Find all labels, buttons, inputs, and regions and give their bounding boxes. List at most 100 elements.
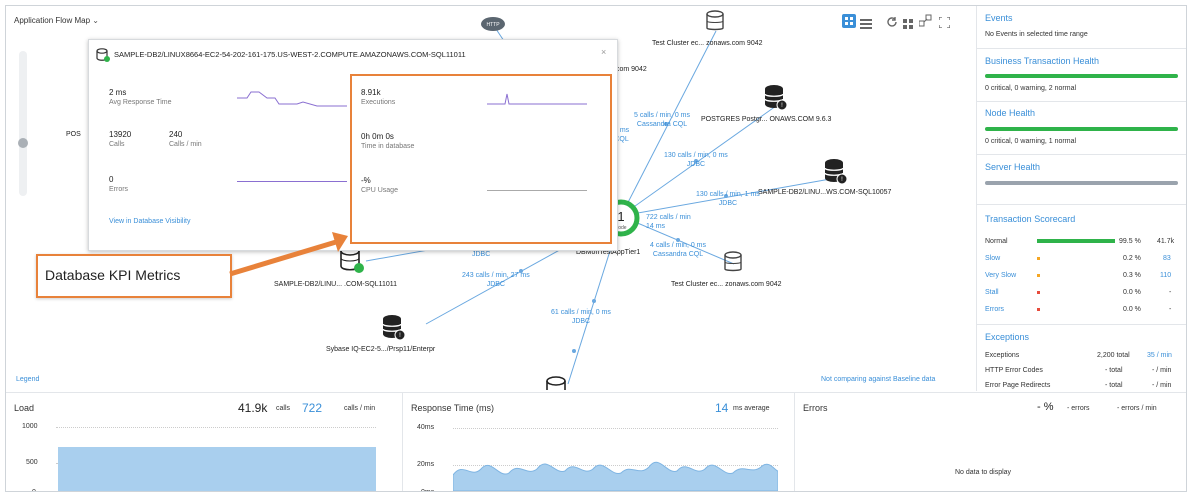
edge-label-protocol: Cassandra CQL	[636, 121, 688, 128]
cpu-usage-sparkline	[487, 190, 587, 191]
node-label-postgres[interactable]: POSTGRES Postgr... ONAWS.COM 9.6.3	[701, 116, 831, 123]
scorecard-count[interactable]: 110	[1160, 272, 1171, 279]
response-time-value: 14	[715, 401, 729, 415]
legend-link[interactable]: Legend	[16, 376, 39, 383]
node-label-test-cluster[interactable]: Test Cluster ec... zonaws.com 9042	[652, 40, 763, 47]
cpu-usage-label: CPU Usage	[361, 187, 398, 194]
scorecard-pct: 99.5 %	[1119, 238, 1141, 245]
postgres-database-icon[interactable]: !	[764, 84, 788, 117]
calls-metric: 13920 Calls	[109, 130, 131, 148]
scorecard-label[interactable]: Slow	[985, 255, 1000, 262]
edge-label-protocol: JDBC	[718, 200, 738, 207]
gridline	[56, 427, 376, 428]
db2-database-icon[interactable]: !	[824, 158, 848, 191]
divider	[977, 324, 1186, 325]
calls-value: 13920	[109, 130, 132, 139]
response-y-tick: 40ms	[417, 424, 435, 431]
scorecard-bar-stall	[1037, 291, 1040, 294]
edge-label-calls: 722 calls / min	[646, 214, 691, 221]
avg-response-value: 2 ms	[109, 88, 127, 97]
response-y-tick: 20ms	[417, 461, 435, 468]
scorecard-label[interactable]: Stall	[985, 289, 999, 296]
callout-box: Database KPI Metrics	[36, 254, 232, 298]
edge-label-calls: 5 calls / min, 0 ms	[634, 112, 691, 119]
node-label-fragment[interactable]: com 9042	[616, 66, 647, 73]
scorecard-bar-normal	[1037, 239, 1115, 243]
exception-label: Exceptions	[985, 352, 1020, 359]
divider	[977, 101, 1186, 102]
scorecard-count: 41.7k	[1157, 238, 1175, 245]
right-panel: Events No Events in selected time range …	[976, 6, 1186, 391]
events-title[interactable]: Events	[985, 13, 1013, 23]
executions-value: 8.91k	[361, 88, 381, 97]
edge-label-calls: 243 calls / min, 27 ms	[462, 272, 530, 279]
avg-response-label: Avg Response Time	[109, 99, 172, 106]
exception-total: 2,200 total	[1097, 352, 1130, 359]
exception-label: Error Page Redirects	[985, 382, 1051, 389]
errors-title: Errors	[803, 403, 828, 413]
exception-rate: - / min	[1152, 367, 1172, 374]
avg-response-sparkline	[237, 91, 347, 107]
gridline	[453, 428, 778, 429]
load-title: Load	[14, 403, 35, 413]
errors-pct: - %	[1037, 401, 1054, 413]
executions-sparkline	[487, 93, 587, 105]
executions-label: Executions	[361, 99, 396, 106]
time-in-database-label: Time in database	[361, 143, 415, 150]
exception-total: - total	[1105, 367, 1123, 374]
exception-label: HTTP Error Codes	[985, 367, 1043, 374]
scorecard-pct: 0.3 %	[1123, 272, 1141, 279]
response-time-area-series	[453, 461, 778, 491]
edge-label-calls: 130 calls / min, 0 ms	[664, 152, 728, 159]
errors-no-data: No data to display	[955, 469, 1012, 476]
database-icon	[96, 48, 110, 67]
scorecard-label[interactable]: Errors	[985, 306, 1004, 313]
load-y-tick: 500	[26, 459, 38, 466]
baseline-link[interactable]: Not comparing against Baseline data	[821, 376, 935, 383]
callout-arrow	[229, 232, 348, 277]
load-cpm-label: calls / min	[344, 405, 376, 412]
scorecard-label[interactable]: Very Slow	[985, 272, 1016, 279]
cassandra-node-icon[interactable]	[706, 10, 724, 39]
time-in-database-value: 0h 0m 0s	[361, 132, 394, 141]
scorecard-count: -	[1169, 289, 1172, 296]
scorecard-bar-very-slow	[1037, 274, 1040, 277]
load-calls-label: calls	[276, 405, 291, 412]
load-y-tick: 1000	[22, 423, 38, 430]
node-label-left[interactable]: POS	[66, 131, 81, 138]
divider	[977, 154, 1186, 155]
bt-health-title[interactable]: Business Transaction Health	[985, 56, 1099, 66]
exceptions-title[interactable]: Exceptions	[985, 332, 1029, 342]
errors-panel: Errors - % - errors - errors / min No da…	[795, 393, 1186, 491]
server-health-title[interactable]: Server Health	[985, 162, 1040, 172]
load-panel: Load 41.9k calls 722 calls / min 1000 50…	[6, 393, 401, 491]
scorecard-title[interactable]: Transaction Scorecard	[985, 214, 1075, 224]
response-time-label: ms average	[733, 405, 770, 412]
edge-label-calls: 61 calls / min, 0 ms	[551, 309, 611, 316]
view-database-visibility-link[interactable]: View in Database Visibility	[109, 218, 190, 225]
node-label-sybase[interactable]: Sybase IQ-EC2-5.../Prsp11/Enterpr	[326, 346, 435, 353]
sybase-database-icon[interactable]: !	[382, 314, 406, 347]
scorecard-pct: 0.0 %	[1123, 306, 1141, 313]
avg-response-metric: 2 ms Avg Response Time	[109, 88, 172, 106]
calls-per-min-metric: 240 Calls / min	[169, 130, 202, 148]
popup-title: SAMPLE-DB2/LINUX8664-EC2-54-202-161-175.…	[114, 50, 466, 59]
edge-label-calls: 4 calls / min, 0 ms	[650, 242, 707, 249]
cassandra-node-icon[interactable]	[724, 251, 744, 282]
time-in-database-metric: 0h 0m 0s Time in database	[361, 132, 414, 150]
cpu-usage-metric: -% CPU Usage	[361, 176, 398, 194]
http-cloud-icon[interactable]: HTTP	[480, 14, 506, 37]
node-label-test-cluster-bottom[interactable]: Test Cluster ec... zonaws.com 9042	[671, 281, 782, 288]
database-detail-popup: SAMPLE-DB2/LINUX8664-EC2-54-202-161-175.…	[88, 39, 618, 251]
response-y-tick: 0ms	[421, 489, 434, 491]
scorecard-count[interactable]: 83	[1163, 255, 1171, 262]
errors-metric: 0 Errors	[109, 175, 128, 193]
scorecard-bar-slow	[1037, 257, 1040, 260]
server-health-bar	[985, 181, 1178, 185]
close-icon[interactable]: ×	[601, 47, 606, 57]
exception-rate[interactable]: 35 / min	[1147, 352, 1172, 359]
node-health-title[interactable]: Node Health	[985, 108, 1035, 118]
calls-per-min-label: Calls / min	[169, 141, 202, 148]
load-calls-value: 41.9k	[238, 401, 268, 415]
node-label-db2-right[interactable]: SAMPLE-DB2/LINU...WS.COM-SQL10057	[758, 189, 891, 196]
